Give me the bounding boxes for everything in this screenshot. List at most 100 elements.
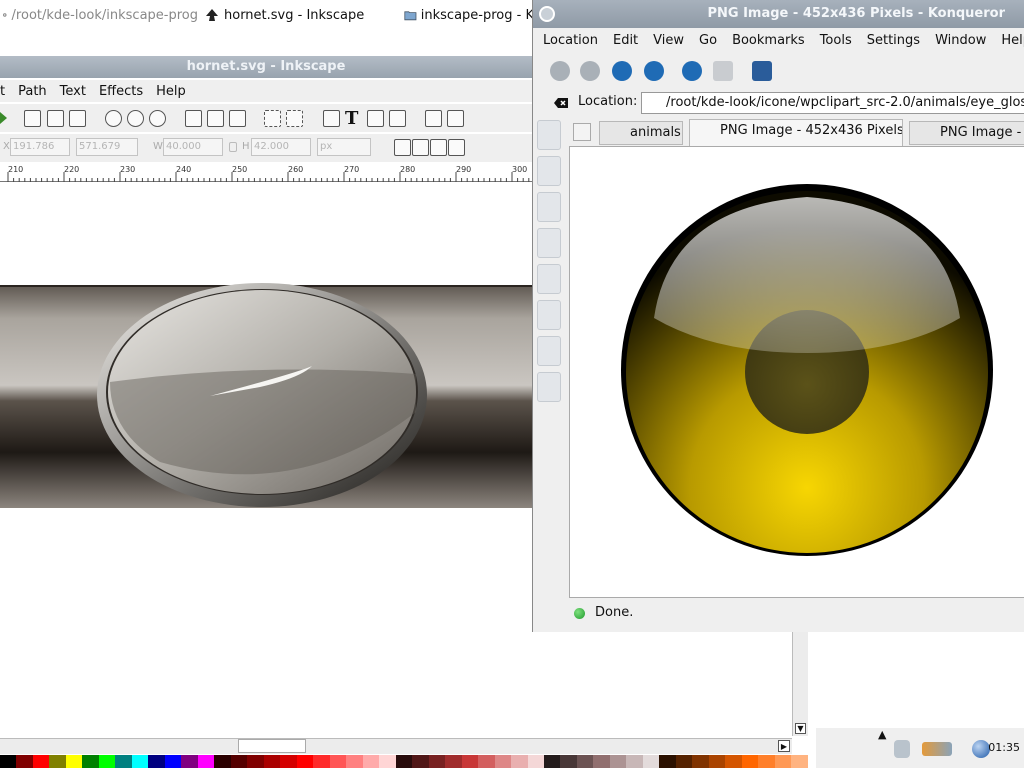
tab-png-image[interactable]: PNG Image - — [909, 121, 1024, 145]
palette-swatch[interactable] — [65, 755, 83, 768]
palette-swatch[interactable] — [461, 755, 479, 768]
zoom-drawing-icon[interactable] — [127, 110, 144, 127]
scissors-icon[interactable] — [425, 110, 442, 127]
duplicate-icon[interactable] — [24, 110, 41, 127]
menu-item-help[interactable]: Help — [156, 84, 186, 99]
menu-item-help[interactable]: Help — [1001, 33, 1024, 48]
palette-swatch[interactable] — [642, 755, 660, 768]
palette-swatch[interactable] — [560, 755, 577, 768]
palette-swatch[interactable] — [626, 755, 643, 768]
palette-swatch[interactable] — [98, 755, 116, 768]
menu-item-path[interactable]: Path — [18, 84, 47, 99]
menu-item-settings[interactable]: Settings — [867, 33, 920, 48]
stop-icon[interactable] — [713, 61, 733, 81]
align-icon[interactable] — [389, 110, 406, 127]
palette-swatch[interactable] — [511, 755, 528, 768]
window-menu-icon[interactable] — [539, 6, 555, 22]
palette-swatch[interactable] — [115, 755, 132, 768]
palette-swatch[interactable] — [263, 755, 281, 768]
palette-swatch[interactable] — [445, 755, 462, 768]
menu-item-tools[interactable]: Tools — [820, 33, 852, 48]
inkscape-canvas[interactable] — [0, 182, 532, 508]
history-icon[interactable] — [537, 156, 561, 186]
menu-item-view[interactable]: View — [653, 33, 684, 48]
palette-swatch[interactable] — [329, 755, 347, 768]
clock[interactable]: 01:35 — [988, 741, 1020, 754]
x-field[interactable]: 191.786 — [10, 138, 70, 156]
palette-swatch[interactable] — [346, 755, 363, 768]
scroll-right-arrow-icon[interactable]: ▶ — [778, 740, 790, 752]
print-icon[interactable] — [752, 61, 772, 81]
zoom-page-icon[interactable] — [149, 110, 166, 127]
reload-icon[interactable] — [682, 61, 702, 81]
palette-swatch[interactable] — [576, 755, 594, 768]
zoom-selection-icon[interactable] — [105, 110, 122, 127]
palette-swatch[interactable] — [247, 755, 264, 768]
palette-swatch[interactable] — [412, 755, 429, 768]
palette-swatch[interactable] — [675, 755, 693, 768]
horizontal-scrollbar[interactable]: ▶ — [0, 738, 792, 754]
palette-swatch[interactable] — [16, 755, 33, 768]
palette-swatch[interactable] — [478, 755, 495, 768]
transform-icon[interactable] — [286, 110, 303, 127]
palette-swatch[interactable] — [791, 755, 808, 768]
palette-swatch[interactable] — [593, 755, 610, 768]
lock-icon[interactable] — [229, 142, 237, 152]
scale-stroke-icon[interactable] — [394, 139, 411, 156]
task-konqueror-inkscape-prog[interactable]: /root/kde-look/inkscape-prog — [2, 5, 198, 25]
group-icon[interactable] — [185, 110, 202, 127]
palette-swatch[interactable] — [214, 755, 231, 768]
paste-icon[interactable] — [69, 110, 86, 127]
palette-swatch[interactable] — [708, 755, 726, 768]
palette-swatch[interactable] — [758, 755, 775, 768]
xml-editor-icon[interactable] — [367, 110, 384, 127]
fill-stroke-icon[interactable] — [323, 110, 340, 127]
cut-icon[interactable] — [47, 110, 64, 127]
scale-corners-icon[interactable] — [412, 139, 429, 156]
menu-item-go[interactable]: Go — [699, 33, 717, 48]
new-tab-icon[interactable] — [573, 123, 591, 141]
home-folder-icon[interactable] — [537, 192, 561, 222]
palette-swatch[interactable] — [395, 755, 413, 768]
konqueror-title-bar[interactable]: PNG Image - 452x436 Pixels - Konqueror — [533, 0, 1024, 28]
horizontal-scroll-thumb[interactable] — [238, 739, 306, 753]
y-field[interactable]: 571.679 — [76, 138, 138, 156]
palette-swatch[interactable] — [280, 755, 297, 768]
node-select-icon[interactable] — [264, 110, 281, 127]
trash-icon[interactable] — [894, 740, 910, 758]
palette-swatch[interactable] — [0, 755, 17, 768]
media-icon[interactable] — [537, 228, 561, 258]
palette-swatch[interactable] — [362, 755, 380, 768]
palette-swatch[interactable] — [49, 755, 66, 768]
palette-swatch[interactable] — [774, 755, 792, 768]
palette-swatch[interactable] — [313, 755, 330, 768]
palette-swatch[interactable] — [32, 755, 50, 768]
back-icon[interactable] — [550, 61, 570, 81]
bookmarks-star-icon[interactable] — [537, 120, 561, 150]
palette-swatch[interactable] — [131, 755, 149, 768]
unit-select[interactable]: px — [317, 138, 371, 156]
preferences-icon[interactable] — [447, 110, 464, 127]
clear-location-icon[interactable] — [553, 96, 569, 110]
transform-gradients-icon[interactable] — [430, 139, 447, 156]
menu-item-edit[interactable]: Edit — [613, 33, 638, 48]
palette-swatch[interactable] — [296, 755, 314, 768]
menu-item[interactable]: t — [0, 84, 5, 99]
palette-swatch[interactable] — [692, 755, 709, 768]
forward-icon[interactable] — [580, 61, 600, 81]
palette-swatch[interactable] — [725, 755, 742, 768]
inkscape-title-bar[interactable]: hornet.svg - Inkscape — [0, 56, 532, 78]
palette-swatch[interactable] — [230, 755, 248, 768]
network-icon[interactable] — [537, 264, 561, 294]
tray-expand-icon[interactable]: ▲ — [878, 728, 886, 741]
transform-patterns-icon[interactable] — [448, 139, 465, 156]
sidebar-media-icon[interactable] — [537, 372, 561, 402]
palette-swatch[interactable] — [164, 755, 182, 768]
tools-icon[interactable] — [922, 742, 952, 756]
w-field[interactable]: 40.000 — [163, 138, 223, 156]
palette-swatch[interactable] — [148, 755, 165, 768]
scroll-down-arrow-icon[interactable]: ▼ — [795, 723, 806, 734]
location-input[interactable]: /root/kde-look/icone/wpclipart_src-2.0/a… — [641, 92, 1024, 114]
vertical-scrollbar[interactable]: ▼ — [792, 632, 808, 736]
task-inkscape-prog[interactable]: inkscape-prog - K — [404, 5, 534, 25]
